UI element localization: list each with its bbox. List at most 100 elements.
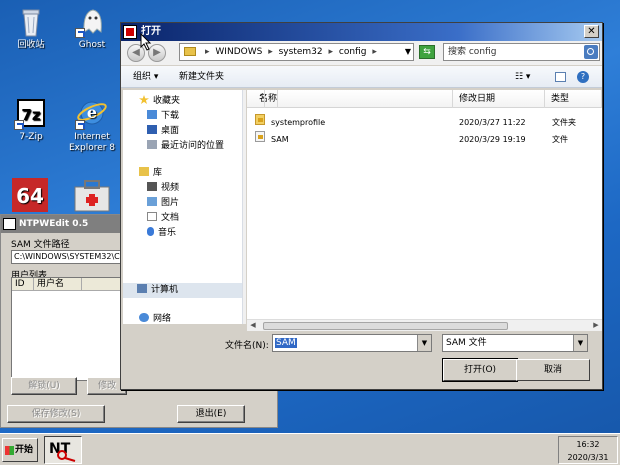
- chevron-down-icon[interactable]: ▼: [573, 335, 587, 351]
- mouse-cursor-icon: [140, 33, 152, 51]
- computer-icon: [137, 284, 147, 293]
- new-folder-button[interactable]: 新建文件夹: [179, 66, 224, 88]
- desktop-icon-ghost[interactable]: Ghost: [64, 4, 120, 51]
- breadcrumb[interactable]: ▸ WINDOWS ▸ system32 ▸ config ▸ ▼: [179, 43, 414, 61]
- scrollbar-thumb[interactable]: [263, 322, 508, 330]
- ntpwedit-app-icon: [3, 218, 16, 230]
- desktop-icon-recycle-bin[interactable]: 回收站: [3, 4, 59, 51]
- nav-favorites[interactable]: 收藏夹: [139, 94, 180, 109]
- navigation-scrollbar[interactable]: [243, 90, 246, 324]
- nav-recent[interactable]: 最近访问的位置: [147, 139, 224, 154]
- breadcrumb-chevron-icon: ▸: [268, 47, 273, 57]
- nav-music[interactable]: 音乐: [147, 226, 176, 241]
- breadcrumb-chevron-icon: ▸: [328, 47, 334, 57]
- search-placeholder: 搜索 config: [448, 47, 497, 57]
- ntpwedit-title: NTPWEdit 0.5: [19, 219, 89, 229]
- back-arrow-icon: ◀: [132, 47, 140, 58]
- desktop-icon-internet-explorer[interactable]: e Internet Explorer 8: [64, 96, 120, 154]
- file-list-horizontal-scrollbar[interactable]: ◀ ▶: [247, 319, 602, 331]
- breadcrumb-item[interactable]: system32: [279, 47, 323, 57]
- breadcrumb-item[interactable]: config: [339, 47, 367, 57]
- open-dialog: 打开 ✕ ◀ ▶ ▸ WINDOWS ▸ system32 ▸ config ▸…: [120, 22, 603, 390]
- breadcrumb-chevron-icon: ▸: [372, 47, 377, 57]
- refresh-button[interactable]: ⇆: [419, 45, 435, 59]
- star-icon: [139, 95, 149, 104]
- video-icon: [147, 182, 157, 191]
- network-icon: [139, 313, 149, 322]
- filetype-value: SAM 文件: [446, 338, 487, 348]
- file-row[interactable]: systemprofile 2020/3/27 11:22 文件夹: [247, 114, 602, 131]
- documents-icon: [147, 212, 157, 221]
- taskbar-app-ntpwedit[interactable]: NT: [44, 436, 82, 464]
- library-icon: [139, 167, 149, 176]
- system-clock[interactable]: 16:32 2020/3/31: [558, 436, 618, 464]
- view-options-icon[interactable]: ☷ ▾: [515, 66, 530, 88]
- svg-text:e: e: [87, 103, 97, 122]
- filetype-select[interactable]: SAM 文件 ▼: [442, 334, 588, 352]
- nav-label: 库: [153, 168, 163, 178]
- nav-desktop[interactable]: 桌面: [147, 124, 179, 139]
- preview-pane-icon[interactable]: [555, 72, 566, 82]
- desktop-icon-7zip[interactable]: 7z 7-Zip: [3, 96, 59, 143]
- file-row[interactable]: SAM 2020/3/29 19:19 文件: [247, 131, 602, 148]
- organize-menu[interactable]: 组织 ▾: [133, 66, 158, 88]
- nav-computer[interactable]: 计算机: [123, 283, 242, 298]
- nav-documents[interactable]: 文档: [147, 211, 179, 226]
- nav-label: 收藏夹: [153, 96, 181, 106]
- breadcrumb-item[interactable]: WINDOWS: [215, 47, 262, 57]
- nav-network[interactable]: 网络: [139, 312, 171, 324]
- nav-libraries[interactable]: 库: [139, 166, 162, 181]
- nav-label: 计算机: [151, 285, 179, 295]
- app-64-icon: 64: [11, 177, 49, 213]
- chevron-down-icon[interactable]: ▼: [417, 335, 431, 351]
- desktop-icon-label: Ghost: [78, 40, 106, 50]
- search-icon[interactable]: [584, 45, 598, 59]
- nav-videos[interactable]: 视频: [147, 181, 179, 196]
- nav-pictures[interactable]: 图片: [147, 196, 179, 211]
- svg-text:NT: NT: [49, 441, 71, 457]
- scroll-left-icon[interactable]: ◀: [247, 320, 259, 331]
- breadcrumb-chevron-icon: ▸: [205, 47, 210, 57]
- filename-input[interactable]: SAM ▼: [272, 334, 432, 352]
- filename-label: 文件名(N):: [225, 341, 269, 351]
- svg-text:7z: 7z: [21, 106, 40, 124]
- desktop-icon-partial-64[interactable]: 64: [8, 177, 52, 215]
- file-name: SAM: [271, 135, 289, 144]
- ghost-icon: [75, 4, 109, 38]
- forward-arrow-icon: ▶: [153, 47, 161, 58]
- file-date: 2020/3/29 19:19: [459, 135, 526, 144]
- help-icon[interactable]: ?: [577, 71, 589, 83]
- desktop-icon-label-line: Internet: [74, 132, 110, 142]
- dialog-app-icon: [123, 25, 137, 39]
- start-button[interactable]: 开始: [2, 438, 38, 462]
- shortcut-arrow-icon: [75, 120, 85, 130]
- locked-file-icon: [255, 131, 265, 142]
- nav-label: 最近访问的位置: [161, 141, 225, 151]
- close-button[interactable]: ✕: [584, 25, 599, 38]
- open-button[interactable]: 打开(O): [442, 358, 518, 382]
- pictures-icon: [147, 197, 157, 206]
- cancel-button[interactable]: 取消: [516, 359, 590, 381]
- column-type[interactable]: 类型: [545, 90, 602, 108]
- exit-button[interactable]: 退出(E): [177, 405, 245, 423]
- file-name: systemprofile: [271, 118, 326, 127]
- nav-label: 网络: [153, 314, 172, 324]
- chevron-down-icon[interactable]: ▼: [405, 44, 411, 60]
- svg-text:64: 64: [16, 184, 44, 208]
- column-name[interactable]: 名称 ˆ: [247, 90, 453, 108]
- desktop-icon-toolbox[interactable]: [70, 177, 114, 215]
- file-date: 2020/3/27 11:22: [459, 118, 526, 127]
- sort-up-icon: ˆ: [253, 90, 265, 108]
- column-username[interactable]: 用户名: [34, 278, 82, 290]
- nav-downloads[interactable]: 下载: [147, 109, 179, 124]
- search-input[interactable]: 搜索 config: [443, 43, 600, 61]
- save-changes-button[interactable]: 保存修改(S): [7, 405, 105, 423]
- column-id[interactable]: ID: [12, 278, 34, 290]
- windows-logo-icon: [5, 446, 14, 455]
- scroll-right-icon[interactable]: ▶: [590, 320, 602, 331]
- toolbox-icon: [72, 177, 112, 213]
- taskbar: 开始 NT 16:32 2020/3/31: [0, 433, 620, 465]
- unlock-button[interactable]: 解锁(U): [11, 377, 77, 395]
- nav-label: 视频: [161, 183, 180, 193]
- column-date[interactable]: 修改日期: [453, 90, 545, 108]
